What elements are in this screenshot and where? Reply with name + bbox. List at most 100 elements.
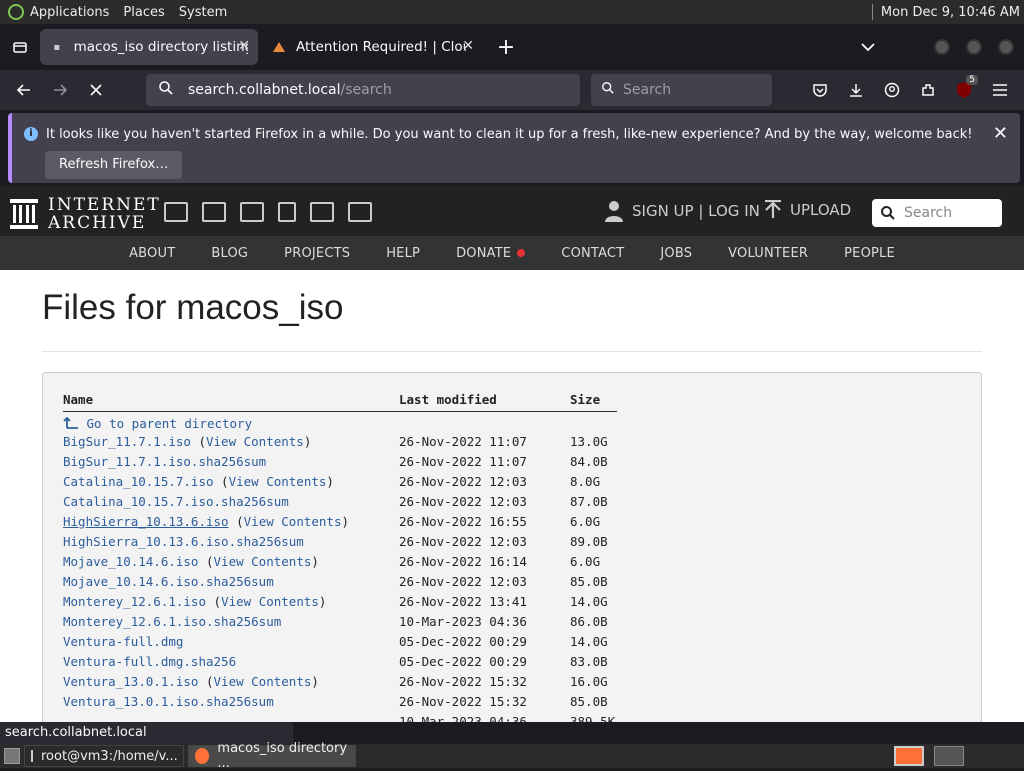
task-firefox-label: macos_iso directory ... [217, 741, 348, 771]
video-icon[interactable] [240, 202, 264, 222]
view-contents-link[interactable]: View Contents [206, 434, 304, 449]
file-link[interactable]: HighSierra_10.13.6.iso.sha256sum [63, 534, 304, 549]
nav-about[interactable]: ABOUT [129, 246, 175, 261]
nav-people[interactable]: PEOPLE [844, 246, 895, 261]
notification-message: It looks like you haven't started Firefo… [46, 127, 973, 142]
page-content: INTERNET ARCHIVE SIGN UP | LOG IN UPLOAD… [0, 186, 1024, 722]
col-size[interactable]: Size [570, 391, 617, 412]
tab-title: Attention Required! | Cloudf [296, 39, 466, 55]
nav-donate[interactable]: DONATE [456, 246, 526, 261]
web-icon[interactable] [164, 202, 188, 222]
audio-icon[interactable] [278, 202, 296, 222]
nav-jobs[interactable]: JOBS [660, 246, 692, 261]
task-terminal[interactable]: root@vm3:/home/v... [24, 745, 184, 767]
places-menu[interactable]: Places [123, 5, 164, 20]
nav-volunteer[interactable]: VOLUNTEER [728, 246, 808, 261]
col-last-modified[interactable]: Last modified [399, 391, 570, 412]
view-contents-link[interactable]: View Contents [244, 514, 342, 529]
view-contents-link[interactable]: View Contents [221, 594, 319, 609]
file-link[interactable]: Ventura-full.dmg.sha256 [63, 654, 236, 669]
url-bar[interactable]: search.collabnet.local/search [146, 74, 580, 106]
view-contents-link[interactable]: View Contents [229, 474, 327, 489]
file-name-cell: Ventura-full.dmg.sha256 [63, 651, 399, 671]
back-arrow-icon[interactable] [8, 74, 40, 106]
pocket-icon[interactable] [804, 74, 836, 106]
file-link[interactable]: Ventura_13.0.1.iso [63, 674, 198, 689]
sign-up-log-in[interactable]: SIGN UP | LOG IN [604, 200, 760, 222]
table-row: Monterey_12.6.1.iso.sha256sum 10-Mar-2023… [63, 611, 617, 631]
view-contents-link[interactable]: View Contents [214, 674, 312, 689]
file-link[interactable]: HighSierra_10.13.6.iso [63, 514, 229, 529]
url-path: /search [340, 82, 392, 98]
file-link[interactable]: Catalina_10.15.7.iso [63, 474, 214, 489]
tab-macos-iso[interactable]: ▪ macos_iso directory listing ✕ [40, 29, 258, 65]
file-link[interactable]: BigSur_11.7.1.iso [63, 434, 191, 449]
file-link[interactable]: Monterey_12.6.1.iso.sha256sum [63, 614, 281, 629]
chevron-down-icon[interactable] [852, 31, 884, 63]
size-cell: 16.0G [570, 673, 608, 689]
upload-link[interactable]: UPLOAD [764, 200, 851, 220]
system-menu[interactable]: System [179, 5, 227, 20]
tab-title: macos_iso directory listing [73, 39, 248, 55]
maximize-window-icon[interactable] [966, 39, 982, 55]
size-cell: 83.0B [570, 653, 608, 669]
ublock-origin-icon[interactable]: 5 [948, 74, 980, 106]
ia-search-input[interactable]: Search [872, 199, 1002, 227]
minimize-window-icon[interactable] [934, 39, 950, 55]
software-icon[interactable] [310, 202, 334, 222]
file-link[interactable]: BigSur_11.7.1.iso.sha256sum [63, 454, 266, 469]
nav-help[interactable]: HELP [386, 246, 420, 261]
new-tab-icon[interactable]: + [490, 31, 522, 63]
file-link[interactable]: Mojave_10.14.6.iso.sha256sum [63, 574, 274, 589]
workspace-switcher-2[interactable] [934, 746, 964, 766]
nav-blog[interactable]: BLOG [211, 246, 248, 261]
last-modified-cell: 26-Nov-2022 11:07 [399, 453, 527, 469]
file-link[interactable]: Monterey_12.6.1.iso [63, 594, 206, 609]
table-row: Ventura_13.0.1.iso (View Contents) 26-Nov… [63, 671, 617, 691]
refresh-firefox-button[interactable]: Refresh Firefox… [45, 151, 183, 179]
file-link[interactable]: Catalina_10.15.7.iso.sha256sum [63, 494, 289, 509]
texts-icon[interactable] [202, 202, 226, 222]
show-desktop-icon[interactable] [4, 748, 20, 764]
workspace-switcher[interactable] [894, 746, 924, 766]
forward-arrow-icon[interactable] [44, 74, 76, 106]
nav-projects[interactable]: PROJECTS [284, 246, 350, 261]
clock[interactable]: Mon Dec 9, 10:46 AM [871, 4, 1020, 20]
task-firefox[interactable]: macos_iso directory ... [188, 741, 356, 771]
parent-directory-link[interactable]: Go to parent directory [63, 416, 252, 431]
table-header-row: Name Last modified Size [63, 391, 617, 412]
file-link[interactable]: Ventura_13.0.1.iso.sha256sum [63, 694, 274, 709]
parent-directory-row: Go to parent directory [63, 411, 617, 431]
view-contents-link[interactable]: View Contents [214, 554, 312, 569]
tab-attention-required[interactable]: Attention Required! | Cloudf ✕ [262, 29, 482, 65]
search-bar[interactable]: Search [591, 74, 772, 106]
file-link[interactable]: Ventura-full.dmg [63, 634, 183, 649]
ia-subnav: ABOUT BLOG PROJECTS HELP DONATE CONTACT … [0, 236, 1024, 270]
bottom-taskbar: root@vm3:/home/v... macos_iso directory … [0, 741, 1024, 771]
list-all-tabs-icon[interactable] [4, 31, 36, 63]
close-tab-icon[interactable]: ✕ [462, 38, 474, 54]
account-icon[interactable] [876, 74, 908, 106]
applications-menu[interactable]: Applications [8, 4, 109, 20]
images-icon[interactable] [348, 202, 372, 222]
ia-logo[interactable]: INTERNET ARCHIVE [10, 196, 161, 232]
size-cell: 85.0B [570, 573, 608, 589]
size-cell: 6.0G [570, 513, 601, 529]
last-modified-cell: 26-Nov-2022 12:03 [399, 473, 527, 489]
nav-contact[interactable]: CONTACT [561, 246, 624, 261]
extensions-icon[interactable] [912, 74, 944, 106]
size-cell: 14.0G [570, 633, 608, 649]
hamburger-menu-icon[interactable] [984, 74, 1016, 106]
close-tab-icon[interactable]: ✕ [238, 38, 250, 54]
stop-loading-icon[interactable] [80, 74, 112, 106]
table-row: Catalina_10.15.7.iso.sha256sum 26-Nov-202… [63, 491, 617, 511]
file-name-cell: BigSur_11.7.1.iso.sha256sum [63, 451, 399, 471]
col-name[interactable]: Name [63, 391, 399, 412]
table-row: HighSierra_10.13.6.iso (View Contents) 26… [63, 511, 617, 531]
file-link[interactable]: Mojave_10.14.6.iso [63, 554, 198, 569]
directory-listing: Name Last modified Size Go to parent dir… [42, 372, 982, 722]
downloads-icon[interactable] [840, 74, 872, 106]
close-window-icon[interactable] [998, 39, 1014, 55]
parent-arrow-icon [63, 416, 78, 429]
close-icon[interactable]: ✕ [993, 123, 1008, 144]
